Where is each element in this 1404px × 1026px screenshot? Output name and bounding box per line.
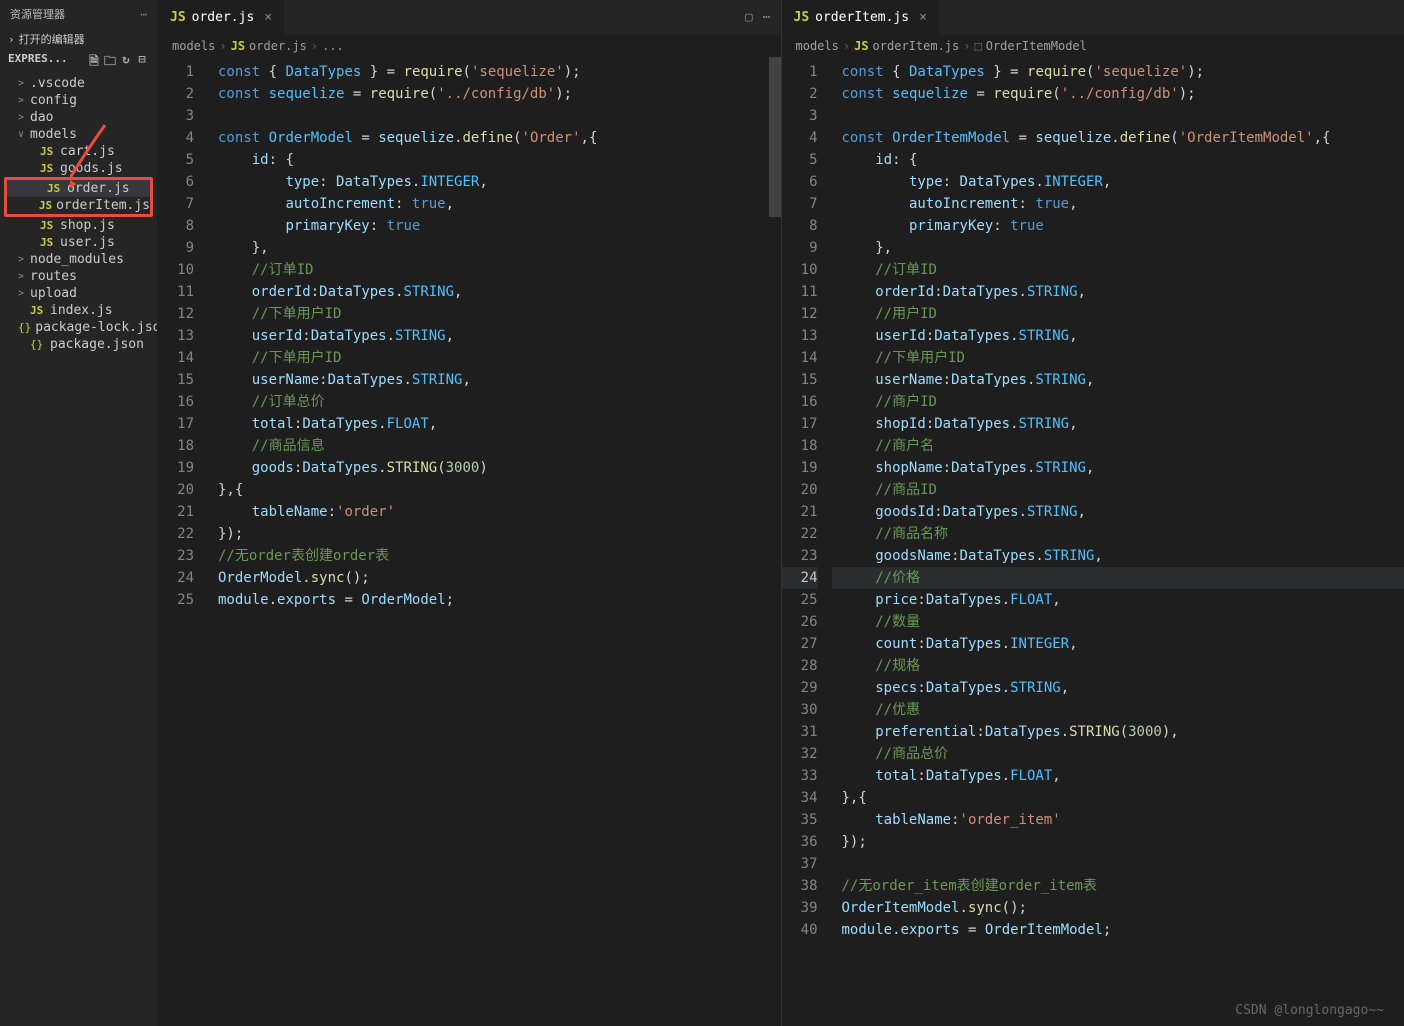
scrollbar-thumb[interactable] xyxy=(769,57,781,217)
more-actions-icon[interactable]: ⋯ xyxy=(763,10,771,25)
tab-orderitem-js[interactable]: JS orderItem.js × xyxy=(782,0,940,35)
close-icon[interactable]: × xyxy=(264,10,272,25)
code-area-left[interactable]: 1234567891011121314151617181920212223242… xyxy=(158,57,781,1026)
sidebar: 资源管理器 ⋯ › 打开的编辑器 EXPRES... 🗎 🗀 ↻ ⊟ >.vsc… xyxy=(0,0,158,1026)
close-icon[interactable]: × xyxy=(919,10,927,25)
more-icon[interactable]: ⋯ xyxy=(140,8,147,21)
split-editor-icon[interactable]: ▢ xyxy=(745,10,753,25)
js-file-icon: JS xyxy=(794,10,810,25)
tree-item--vscode[interactable]: >.vscode xyxy=(0,75,157,92)
editor-pane-right: JS orderItem.js × models › JS orderItem.… xyxy=(782,0,1404,1026)
explorer-header: 资源管理器 ⋯ xyxy=(0,0,157,28)
code-area-right[interactable]: 1234567891011121314151617181920212223242… xyxy=(782,57,1404,1026)
tree-item-package-lock-json[interactable]: {}package-lock.json xyxy=(0,319,157,336)
open-editors-section[interactable]: › 打开的编辑器 xyxy=(0,28,157,50)
chevron-right-icon: › xyxy=(8,33,15,46)
tree-item-upload[interactable]: >upload xyxy=(0,285,157,302)
tree-item-dao[interactable]: >dao xyxy=(0,109,157,126)
explorer-title: 资源管理器 xyxy=(10,6,65,22)
tabs-left: JS order.js × ▢ ⋯ xyxy=(158,0,781,35)
tree-item-goods-js[interactable]: JSgoods.js xyxy=(0,160,157,177)
refresh-icon[interactable]: ↻ xyxy=(119,52,133,73)
js-file-icon: JS xyxy=(170,10,186,25)
new-file-icon[interactable]: 🗎 xyxy=(87,52,101,73)
tree-item-index-js[interactable]: JSindex.js xyxy=(0,302,157,319)
tree-item-routes[interactable]: >routes xyxy=(0,268,157,285)
breadcrumb-right[interactable]: models › JS orderItem.js › ⬚ OrderItemMo… xyxy=(782,35,1404,57)
symbol-icon: ⬚ xyxy=(974,39,981,53)
tree-item-order-js[interactable]: JSorder.js xyxy=(7,180,150,197)
new-folder-icon[interactable]: 🗀 xyxy=(103,52,117,73)
tree-item-models[interactable]: ∨models xyxy=(0,126,157,143)
tab-order-js[interactable]: JS order.js × xyxy=(158,0,285,35)
editor-pane-left: JS order.js × ▢ ⋯ models › JS order.js ›… xyxy=(158,0,782,1026)
tabs-right: JS orderItem.js × xyxy=(782,0,1404,35)
tree-item-node_modules[interactable]: >node_modules xyxy=(0,251,157,268)
breadcrumb-left[interactable]: models › JS order.js › ... xyxy=(158,35,781,57)
tree-item-package-json[interactable]: {}package.json xyxy=(0,336,157,353)
tree-item-user-js[interactable]: JSuser.js xyxy=(0,234,157,251)
tree-item-cart-js[interactable]: JScart.js xyxy=(0,143,157,160)
collapse-icon[interactable]: ⊟ xyxy=(135,52,149,73)
tree-item-shop-js[interactable]: JSshop.js xyxy=(0,217,157,234)
js-file-icon: JS xyxy=(231,39,245,53)
file-tree: >.vscode>config>dao∨modelsJScart.jsJSgoo… xyxy=(0,75,157,1026)
project-header[interactable]: EXPRES... 🗎 🗀 ↻ ⊟ xyxy=(0,50,157,75)
watermark: CSDN @longlongago~~ xyxy=(1235,1003,1384,1018)
tree-item-orderItem-js[interactable]: JSorderItem.js xyxy=(7,197,150,214)
tree-item-config[interactable]: >config xyxy=(0,92,157,109)
js-file-icon: JS xyxy=(854,39,868,53)
